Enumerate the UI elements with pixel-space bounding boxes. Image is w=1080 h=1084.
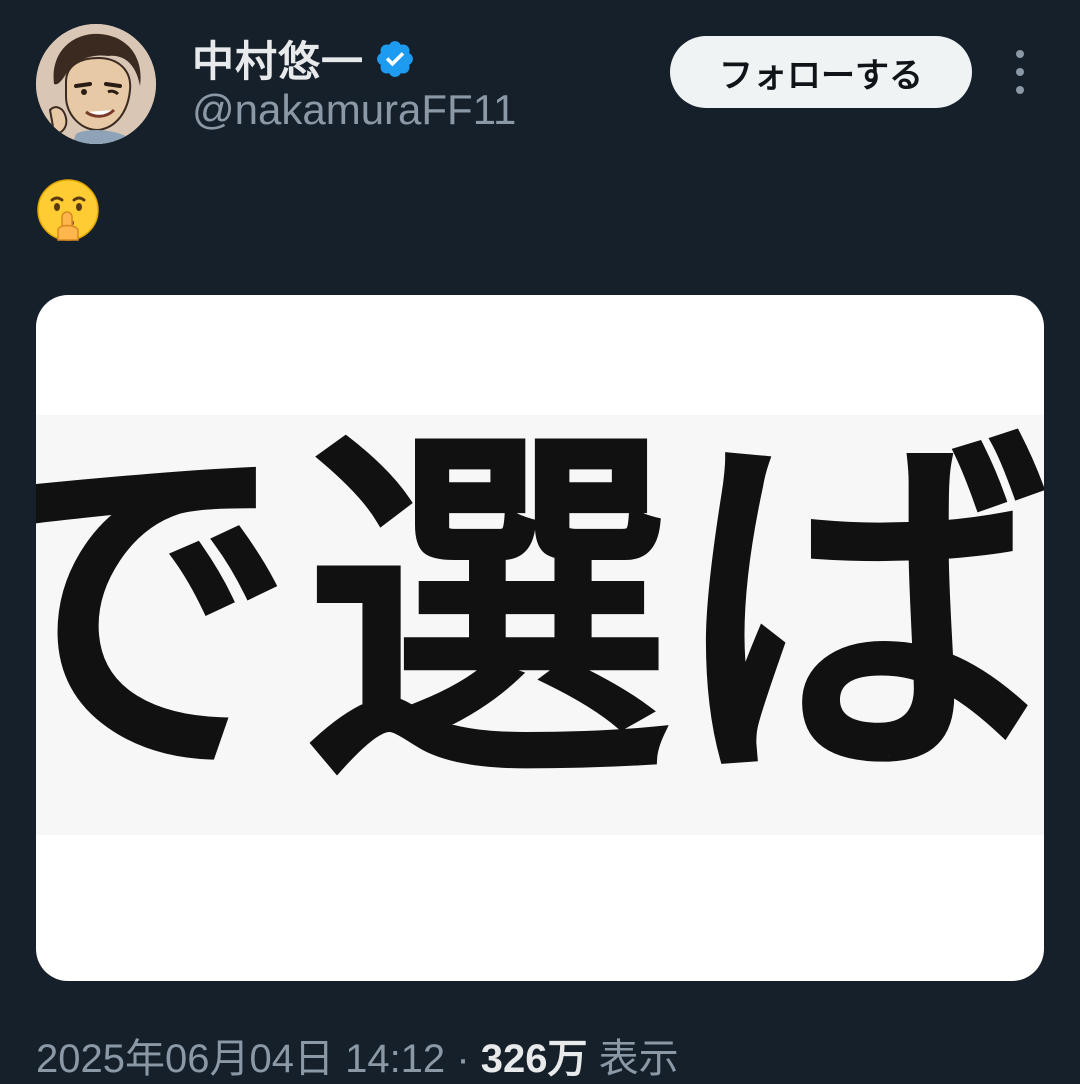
ellipsis-dot bbox=[1016, 50, 1024, 58]
verified-badge-icon[interactable] bbox=[374, 38, 416, 80]
meta-separator: · bbox=[456, 1037, 470, 1081]
profile-illustration-avatar-icon bbox=[36, 24, 156, 144]
tweet-meta: 2025年06月04日 14:12 · 326万 表示 bbox=[36, 1026, 679, 1084]
image-caption-text: で選ばれ bbox=[36, 398, 1044, 828]
tweet-image[interactable]: で選ばれ bbox=[36, 295, 1044, 981]
ellipsis-dot bbox=[1016, 86, 1024, 94]
views-label: 表示 bbox=[598, 1037, 679, 1081]
shushing-face-icon bbox=[37, 179, 99, 241]
tweet-timestamp[interactable]: 2025年06月04日 14:12 bbox=[36, 1037, 445, 1081]
author-name-row: 中村悠一 bbox=[192, 28, 416, 89]
avatar[interactable] bbox=[36, 24, 156, 144]
follow-button[interactable]: フォローする bbox=[670, 36, 972, 108]
author-display-name[interactable]: 中村悠一 bbox=[192, 28, 364, 89]
tweet-text bbox=[36, 178, 100, 242]
views-count: 326万 bbox=[480, 1037, 588, 1081]
author-handle[interactable]: @nakamuraFF11 bbox=[192, 86, 516, 134]
vertical-ellipsis-icon[interactable] bbox=[1000, 50, 1040, 94]
ellipsis-dot bbox=[1016, 68, 1024, 76]
